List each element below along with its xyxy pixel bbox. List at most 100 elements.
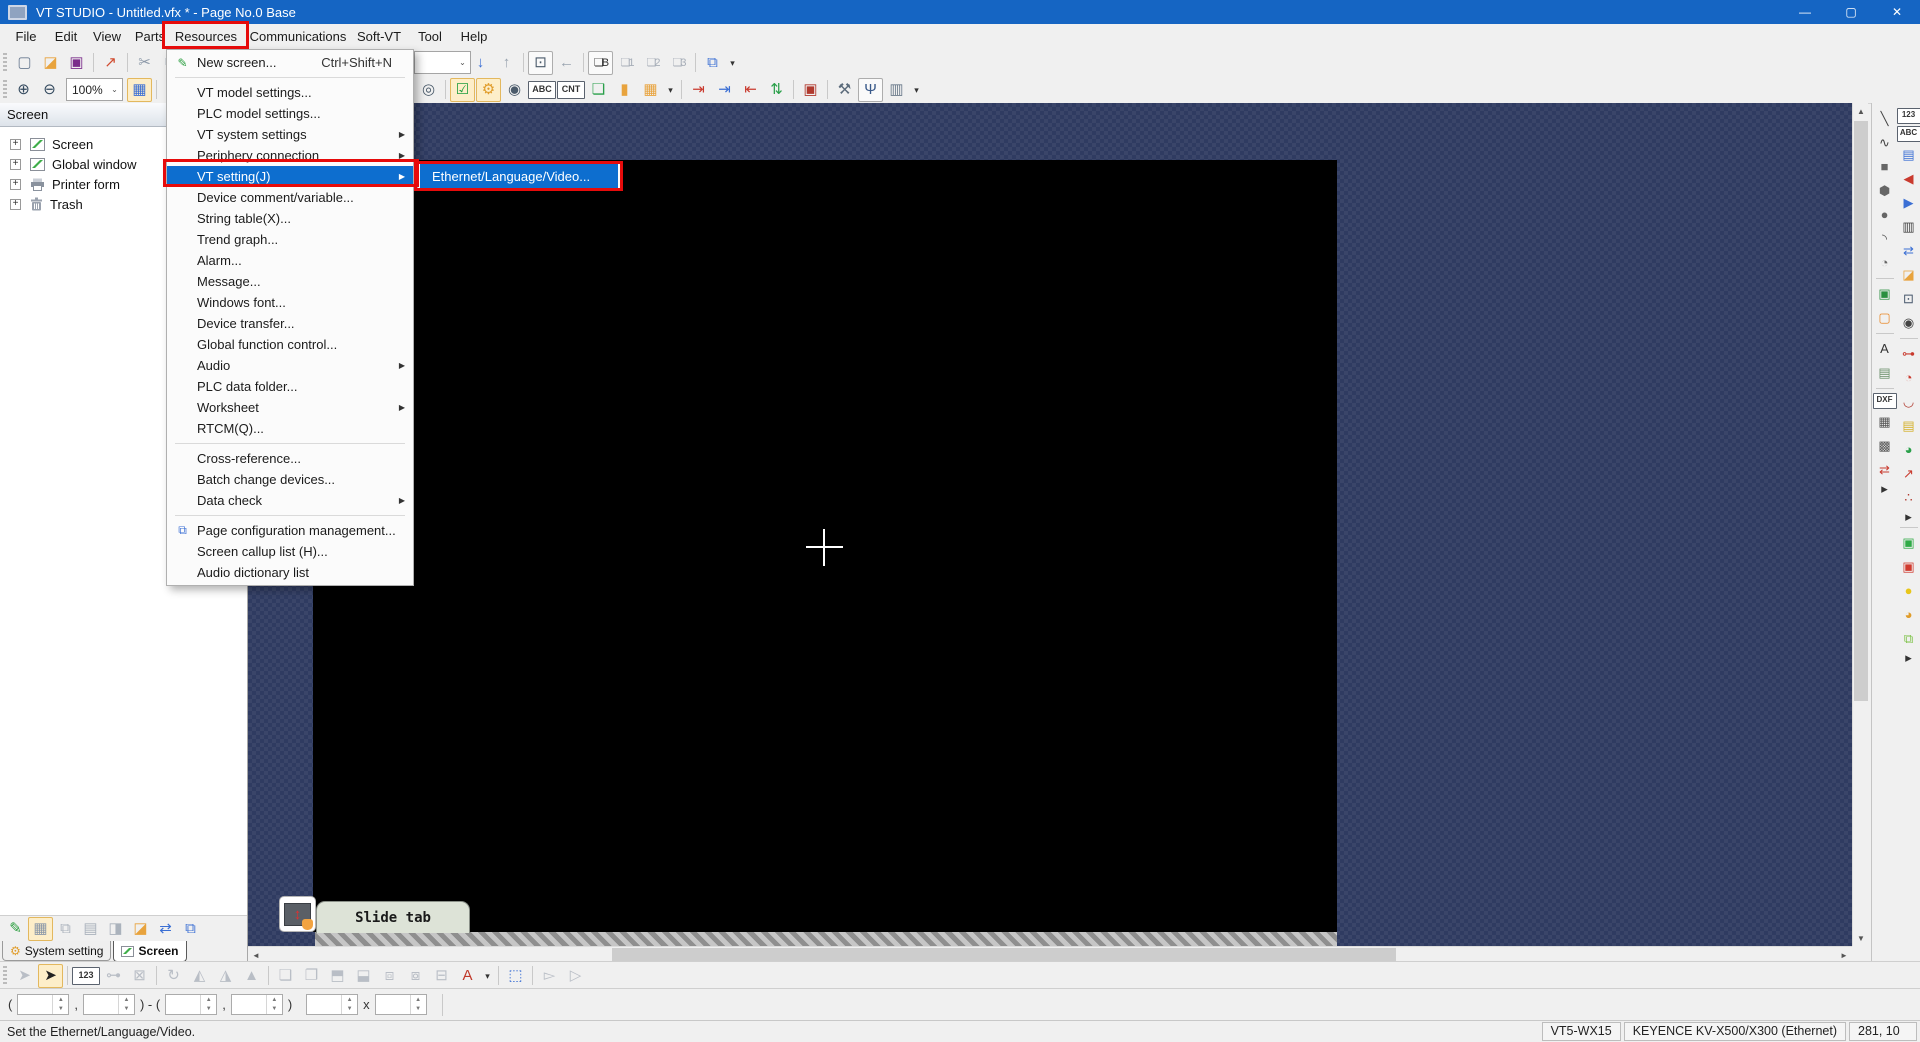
- menu-item-plc-model-settings[interactable]: PLC model settings...: [167, 103, 413, 124]
- flip-horizontal-icon[interactable]: ◭: [187, 964, 212, 988]
- coord-x2-spinner[interactable]: ▲▼: [165, 994, 217, 1015]
- more-caret-icon[interactable]: ▸: [1897, 511, 1920, 523]
- zoom-out-icon[interactable]: ⊖: [37, 78, 62, 102]
- frame-icon[interactable]: ▢: [1873, 307, 1897, 329]
- scatter-graph-icon[interactable]: ∴: [1897, 487, 1920, 509]
- menu-resources[interactable]: Resources: [166, 24, 246, 49]
- coord-y2-spinner[interactable]: ▲▼: [231, 994, 283, 1015]
- expand-icon[interactable]: +: [10, 179, 21, 190]
- edit-pencil-icon[interactable]: ✎: [3, 917, 28, 941]
- menu-view[interactable]: View: [86, 24, 128, 49]
- numeric-display-icon[interactable]: 123: [1897, 108, 1920, 124]
- menu-item-screen-callup-list[interactable]: Screen callup list (H)...: [167, 541, 413, 562]
- close-button[interactable]: ✕: [1874, 0, 1920, 24]
- menu-item-device-comment-variable[interactable]: Device comment/variable...: [167, 187, 413, 208]
- toolbar-grip[interactable]: [3, 966, 7, 986]
- text-display-icon[interactable]: ABC: [1897, 126, 1920, 142]
- scroll-left-icon[interactable]: ◄: [248, 947, 264, 961]
- overlap-screen-3-icon[interactable]: ❏3: [666, 51, 691, 75]
- text-icon[interactable]: A: [1873, 338, 1897, 360]
- coord-x1-spinner[interactable]: ▲▼: [17, 994, 69, 1015]
- menu-item-vt-setting[interactable]: VT setting(J)▶: [167, 166, 413, 187]
- scroll-right-icon[interactable]: ►: [1836, 947, 1852, 961]
- menu-help[interactable]: Help: [452, 24, 496, 49]
- toolbar-grip[interactable]: [3, 80, 7, 100]
- tab-system-setting[interactable]: ⚙ System setting: [2, 941, 111, 961]
- spinner-down-icon[interactable]: ▼: [53, 1005, 68, 1015]
- menu-item-worksheet[interactable]: Worksheet▶: [167, 397, 413, 418]
- open-folder-icon[interactable]: ◪: [128, 917, 153, 941]
- movie-transfer-icon[interactable]: ⇄: [1897, 240, 1920, 262]
- align-point-icon[interactable]: ▲: [239, 964, 264, 988]
- menu-item-vt-system-settings[interactable]: VT system settings▶: [167, 124, 413, 145]
- expand-icon[interactable]: +: [10, 199, 21, 210]
- lamp-icon[interactable]: ●: [1897, 580, 1920, 602]
- transfer-to-vt-icon[interactable]: ⇥: [686, 78, 711, 102]
- screen-touch-icon[interactable]: ❏: [586, 78, 611, 102]
- device-monitor-icon[interactable]: ▥: [884, 78, 909, 102]
- menu-tool[interactable]: Tool: [408, 24, 452, 49]
- menu-edit[interactable]: Edit: [46, 24, 86, 49]
- scroll-up-icon[interactable]: ▲: [1853, 103, 1868, 119]
- simulator-icon[interactable]: ▣: [798, 78, 823, 102]
- memo-icon[interactable]: ▤: [1873, 362, 1897, 384]
- menu-item-device-transfer[interactable]: Device transfer...: [167, 313, 413, 334]
- dropdown-caret-icon[interactable]: ▾: [910, 78, 923, 102]
- menu-item-vt-model-settings[interactable]: VT model settings...: [167, 82, 413, 103]
- page-config-icon[interactable]: ⧉: [178, 917, 203, 941]
- menu-item-page-configuration-management[interactable]: ⧉ Page configuration management...: [167, 520, 413, 541]
- transfer-verify-icon[interactable]: ⇅: [764, 78, 789, 102]
- menu-item-audio-dictionary-list[interactable]: Audio dictionary list: [167, 562, 413, 583]
- menu-item-trend-graph[interactable]: Trend graph...: [167, 229, 413, 250]
- dropdown-caret-icon[interactable]: ▾: [481, 964, 494, 988]
- zoom-in-icon[interactable]: ⊕: [11, 78, 36, 102]
- line-graph-icon[interactable]: ↗: [1897, 463, 1920, 485]
- dropdown-caret-icon[interactable]: ▾: [664, 78, 677, 102]
- audio-parts-icon[interactable]: ◀: [1897, 168, 1920, 190]
- group-icon[interactable]: ⧈: [377, 964, 402, 988]
- expand-icon[interactable]: +: [10, 139, 21, 150]
- switch-on-icon[interactable]: ▣: [1897, 532, 1920, 554]
- text-list-icon[interactable]: ABC: [528, 81, 556, 99]
- bring-forward-icon[interactable]: ⬒: [325, 964, 350, 988]
- overlap-screen-2-icon[interactable]: ❏2: [640, 51, 665, 75]
- select-arrow-white-icon[interactable]: ▻: [537, 964, 562, 988]
- spinner-down-icon[interactable]: ▼: [119, 1005, 134, 1015]
- spinner-down-icon[interactable]: ▼: [342, 1005, 357, 1015]
- level-parts-icon[interactable]: ▤: [1897, 415, 1920, 437]
- horizontal-scrollbar-thumb[interactable]: [612, 948, 1396, 961]
- library-icon[interactable]: ▮: [612, 78, 637, 102]
- menu-item-plc-data-folder[interactable]: PLC data folder...: [167, 376, 413, 397]
- spinner-down-icon[interactable]: ▼: [201, 1005, 216, 1015]
- text-style-icon[interactable]: A: [455, 964, 480, 988]
- grid-icon[interactable]: ▦: [127, 78, 152, 102]
- vertical-scrollbar-thumb[interactable]: [1854, 121, 1868, 701]
- switch-off-icon[interactable]: ▣: [1897, 556, 1920, 578]
- menu-item-cross-reference[interactable]: Cross-reference...: [167, 448, 413, 469]
- menu-item-windows-font[interactable]: Windows font...: [167, 292, 413, 313]
- parts-window-icon[interactable]: ⧉: [700, 51, 725, 75]
- select-cursor-icon[interactable]: ➤: [38, 964, 63, 988]
- more-caret-icon[interactable]: ▸: [1873, 483, 1897, 495]
- open-file-icon[interactable]: ◪: [38, 51, 63, 75]
- slider-parts-icon[interactable]: ⊶: [1897, 343, 1920, 365]
- horizontal-scrollbar[interactable]: ◄ ►: [248, 946, 1852, 961]
- new-file-icon[interactable]: ▢: [12, 51, 37, 75]
- menu-item-message[interactable]: Message...: [167, 271, 413, 292]
- spinner-up-icon[interactable]: ▲: [342, 995, 357, 1005]
- video-camera-icon[interactable]: ▶: [1897, 192, 1920, 214]
- table-transfer-icon[interactable]: ⇄: [1873, 459, 1897, 481]
- menu-item-audio[interactable]: Audio▶: [167, 355, 413, 376]
- data-folder-icon[interactable]: ◪: [1897, 264, 1920, 286]
- zoom-level-combo[interactable]: 100% ⌄: [66, 78, 123, 101]
- meter-parts-icon[interactable]: ◡: [1897, 391, 1920, 413]
- polygon-icon[interactable]: ⬢: [1873, 180, 1897, 202]
- menu-item-string-table[interactable]: String table(X)...: [167, 208, 413, 229]
- range-select-icon[interactable]: ⬚: [503, 964, 528, 988]
- movie-icon[interactable]: ▥: [1897, 216, 1920, 238]
- menu-item-ethernet-language-video[interactable]: Ethernet/Language/Video...: [420, 164, 618, 188]
- delete-icon[interactable]: ⊠: [127, 964, 152, 988]
- camera-view-icon[interactable]: ◉: [1897, 312, 1920, 334]
- scroll-down-icon[interactable]: ▼: [1853, 930, 1868, 946]
- screen-property-icon[interactable]: ⚙: [476, 78, 501, 102]
